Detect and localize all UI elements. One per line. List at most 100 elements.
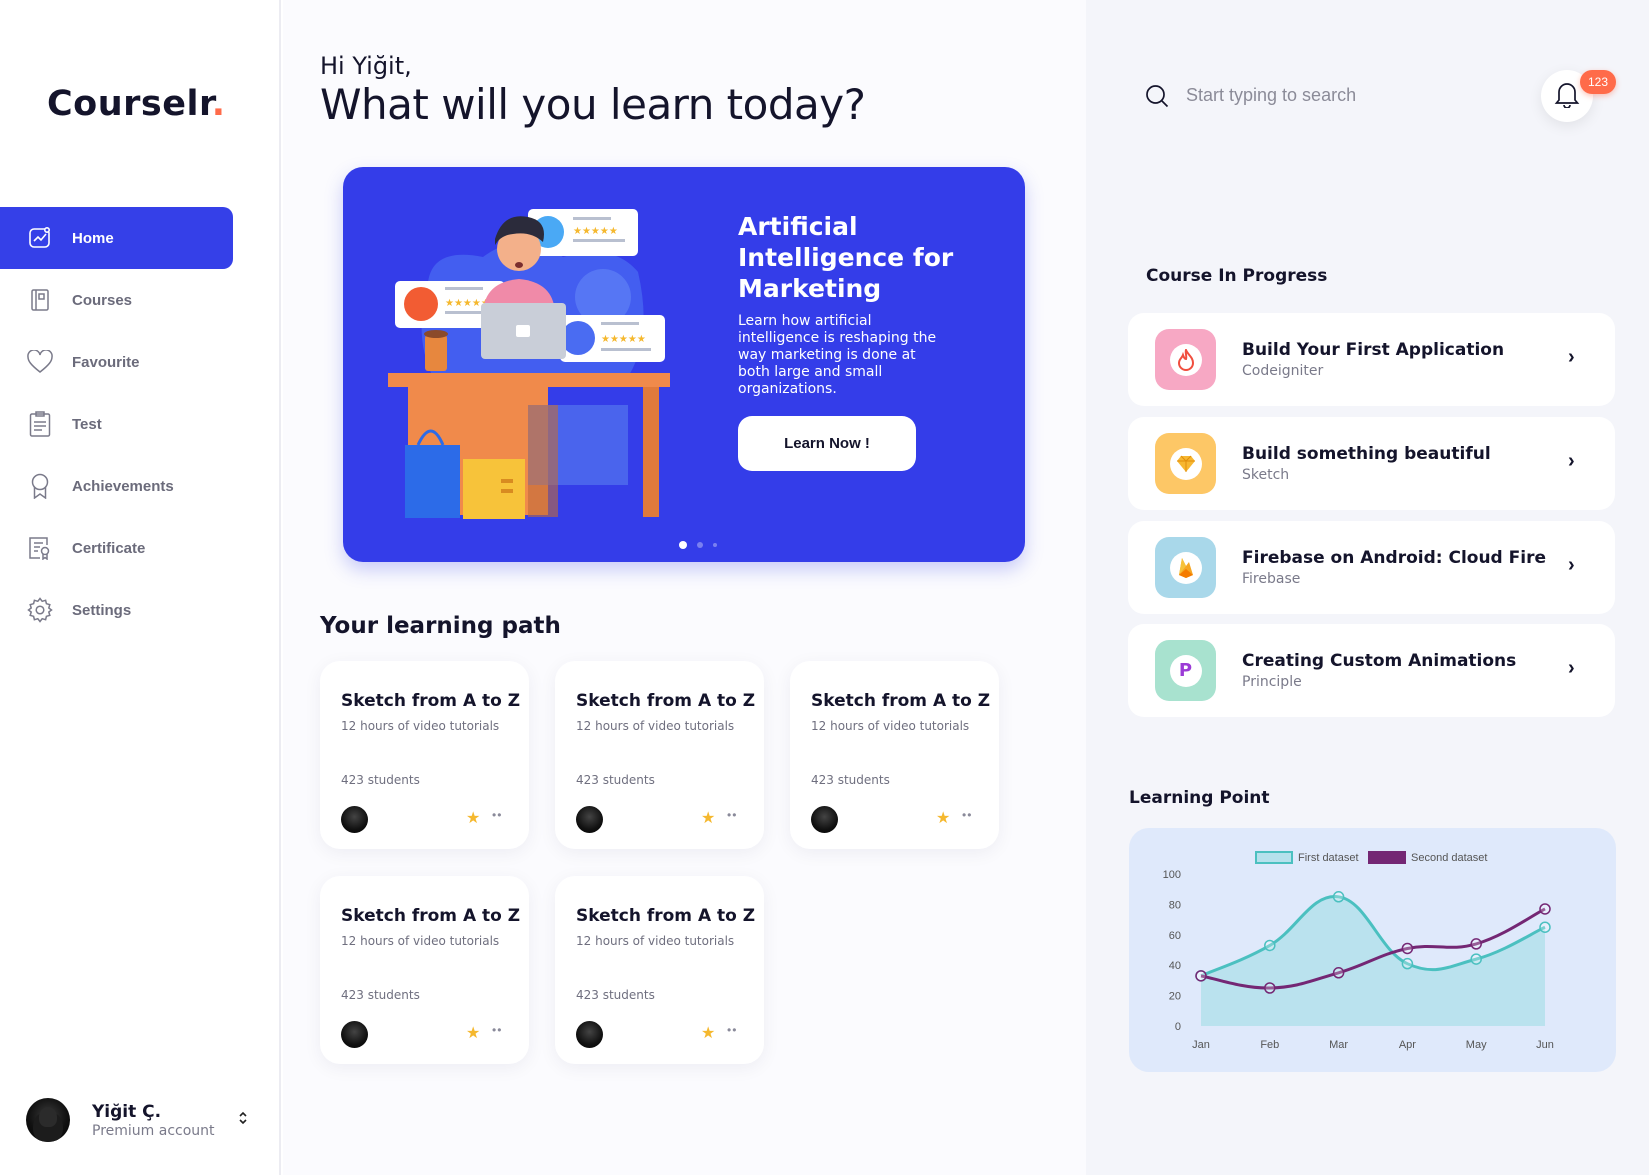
sidebar-item-label: Favourite [72, 353, 140, 371]
y-tick-label: 60 [1169, 930, 1181, 942]
more-icon[interactable]: •• [727, 1023, 737, 1037]
more-icon[interactable]: •• [727, 808, 737, 822]
card-students: 423 students [576, 988, 655, 1002]
learning-path-card[interactable]: Sketch from A to Z 12 hours of video tut… [555, 876, 764, 1064]
learning-path-card[interactable]: Sketch from A to Z 12 hours of video tut… [790, 661, 999, 849]
card-students: 423 students [811, 773, 890, 787]
learning-point-chart: 0 20 40 60 80 100 Jan Feb Mar Apr May Jun First data… [1129, 828, 1616, 1072]
hero-title: Artificial Intelligence for Marketing [738, 212, 954, 303]
star-icon[interactable]: ★ [701, 808, 715, 828]
course-icon-bg: P [1155, 640, 1216, 701]
course-subtitle: Codeigniter [1242, 363, 1324, 379]
course-icon-bg [1155, 537, 1216, 598]
star-icon[interactable]: ★ [701, 1023, 715, 1043]
search-input[interactable] [1186, 80, 1486, 110]
card-subtitle: 12 hours of video tutorials [811, 719, 970, 733]
course-item[interactable]: Build something beautiful Sketch › [1128, 417, 1615, 510]
hero-illustration: ★★★★★ ★★★★★ ★★★★★ [388, 209, 670, 519]
carousel-dot-2[interactable] [697, 542, 703, 548]
book-icon [26, 286, 54, 314]
star-icon[interactable]: ★ [466, 808, 480, 828]
y-tick-label: 0 [1175, 1021, 1181, 1033]
logo-dot: . [211, 84, 226, 124]
card-subtitle: 12 hours of video tutorials [576, 934, 735, 948]
data-point [1539, 921, 1551, 933]
line-chart: 0 20 40 60 80 100 Jan Feb Mar Apr May Jun First data… [1163, 851, 1554, 1051]
legend-swatch [1368, 851, 1406, 864]
course-item[interactable]: Build Your First Application Codeigniter… [1128, 313, 1615, 406]
page-title: What will you learn today? [320, 80, 866, 129]
data-point [1401, 942, 1414, 955]
card-title: Sketch from A to Z [576, 906, 756, 926]
course-in-progress-title: Course In Progress [1146, 266, 1328, 286]
data-point [1264, 982, 1276, 994]
sidebar-item-favourite[interactable]: Favourite [0, 331, 233, 393]
sidebar-item-test[interactable]: Test [0, 393, 233, 455]
sidebar-item-label: Certificate [72, 539, 146, 557]
diamond-icon [1169, 447, 1202, 480]
data-point [1264, 939, 1276, 952]
card-title: Sketch from A to Z [341, 691, 521, 711]
course-subtitle: Sketch [1242, 467, 1290, 483]
course-item[interactable]: Firebase on Android: Cloud Fire Firebase… [1128, 521, 1615, 614]
avatar [341, 1021, 368, 1048]
legend-label: First dataset [1298, 852, 1359, 864]
course-item[interactable]: P Creating Custom Animations Principle › [1128, 624, 1615, 717]
x-tick-label: Mar [1329, 1039, 1348, 1051]
x-tick-label: Apr [1399, 1039, 1416, 1051]
learning-path-card[interactable]: Sketch from A to Z 12 hours of video tut… [320, 876, 529, 1064]
sidebar-item-achievements[interactable]: Achievements [0, 455, 233, 517]
learn-now-button[interactable]: Learn Now ! [738, 416, 916, 471]
course-title: Build Your First Application [1242, 340, 1505, 360]
more-icon[interactable]: •• [962, 808, 972, 822]
card-subtitle: 12 hours of video tutorials [576, 719, 735, 733]
course-subtitle: Principle [1242, 674, 1302, 690]
sidebar-nav: Home Courses Favourite Test Achievements [0, 207, 233, 641]
gear-icon [26, 596, 54, 624]
avatar [26, 1098, 70, 1142]
course-icon-bg [1155, 329, 1216, 390]
card-title: Sketch from A to Z [811, 691, 991, 711]
search-icon[interactable] [1145, 84, 1169, 113]
learning-path-card[interactable]: Sketch from A to Z 12 hours of video tut… [320, 661, 529, 849]
card-students: 423 students [341, 988, 420, 1002]
carousel-dot-1[interactable] [679, 541, 687, 549]
more-icon[interactable]: •• [492, 1023, 502, 1037]
chevron-updown-icon[interactable] [238, 1110, 248, 1128]
sidebar-item-label: Courses [72, 291, 133, 309]
course-title: Build something beautiful [1242, 444, 1491, 464]
sidebar-item-courses[interactable]: Courses [0, 269, 233, 331]
firebase-icon [1169, 551, 1202, 584]
sidebar-item-certificate[interactable]: Certificate [0, 517, 233, 579]
card-subtitle: 12 hours of video tutorials [341, 934, 500, 948]
sidebar-item-home[interactable]: Home [0, 207, 233, 269]
more-icon[interactable]: •• [492, 808, 502, 822]
carousel-dot-3[interactable] [713, 543, 717, 547]
hero-banner: ★★★★★ ★★★★★ ★★★★★ Artificial Intelligenc… [343, 167, 1025, 562]
avatar [576, 1021, 603, 1048]
right-panel: 123 Course In Progress Build Your First … [1086, 0, 1649, 1175]
user-info: Yiğit Ç. Premium account [92, 1102, 215, 1139]
learning-point-title: Learning Point [1129, 788, 1270, 808]
card-subtitle: 12 hours of video tutorials [341, 719, 500, 733]
star-icon[interactable]: ★ [466, 1023, 480, 1043]
learning-path-card[interactable]: Sketch from A to Z 12 hours of video tut… [555, 661, 764, 849]
sidebar-item-settings[interactable]: Settings [0, 579, 233, 641]
user-name: Yiğit Ç. [92, 1101, 162, 1122]
app-logo[interactable]: Courselr. [47, 84, 226, 124]
user-profile[interactable]: Yiğit Ç. Premium account [26, 1096, 256, 1144]
certificate-icon [26, 534, 54, 562]
avatar [576, 806, 603, 833]
heart-icon [26, 348, 54, 376]
data-point [1470, 953, 1482, 965]
main-content: Hi Yiğit, What will you learn today? ★★★… [283, 0, 1086, 1175]
chevron-right-icon: › [1568, 554, 1575, 576]
data-point [1401, 957, 1414, 970]
card-students: 423 students [576, 773, 655, 787]
greeting: Hi Yiğit, [320, 52, 412, 80]
hero-description: Learn how artificial intelligence is res… [738, 313, 937, 397]
star-icon[interactable]: ★ [936, 808, 950, 828]
data-point [1195, 970, 1207, 982]
card-students: 423 students [341, 773, 420, 787]
clipboard-icon [26, 410, 54, 438]
